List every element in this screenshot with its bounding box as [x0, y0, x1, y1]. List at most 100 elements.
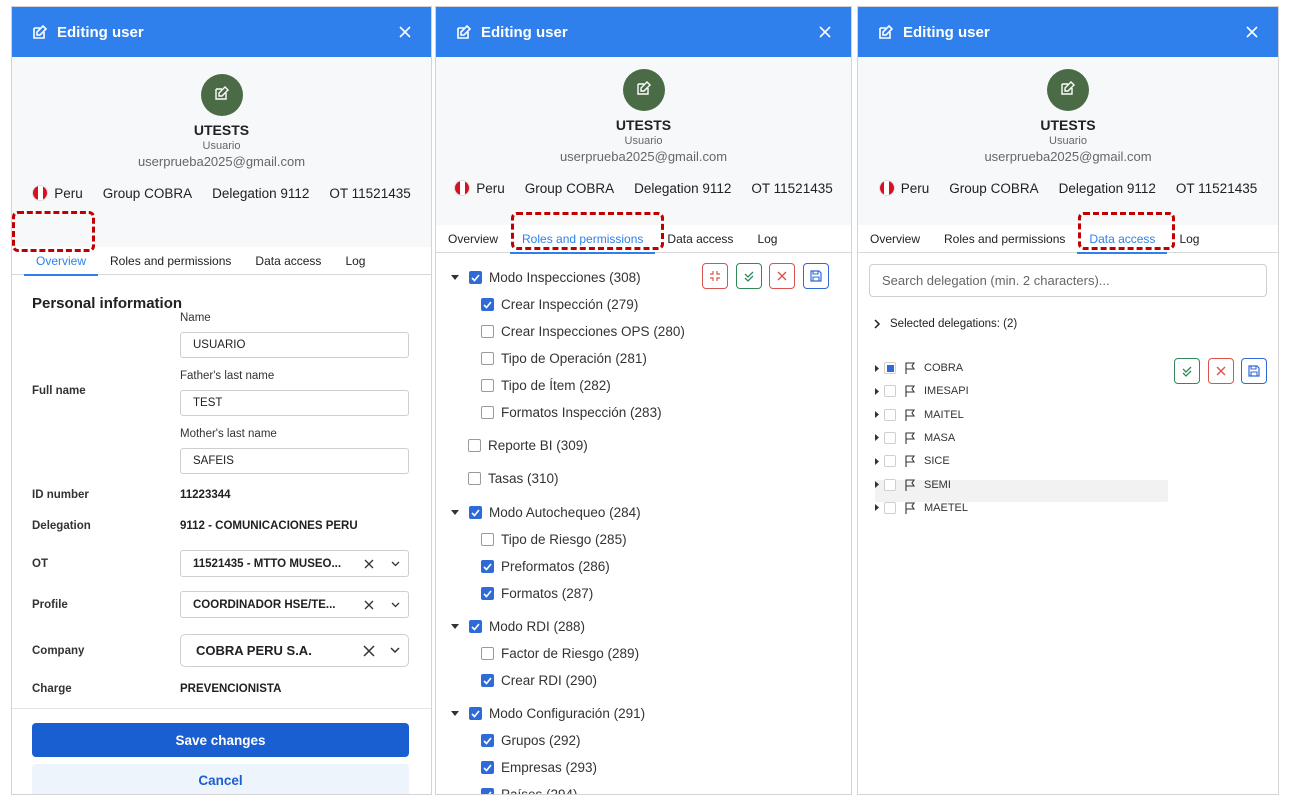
permission-item[interactable]: Modo Configuración (291) [450, 706, 645, 721]
delegation-item[interactable]: IMESAPI [875, 380, 969, 402]
checkbox[interactable] [884, 431, 896, 444]
tab-overview[interactable]: Overview [24, 247, 99, 276]
delegation-item[interactable]: SICE [875, 450, 950, 472]
caret-right-icon[interactable] [875, 387, 879, 395]
chevron-down-icon[interactable] [382, 647, 408, 654]
checkbox-checked[interactable] [481, 734, 494, 747]
close-icon[interactable] [1244, 24, 1260, 40]
checkbox[interactable] [468, 472, 481, 485]
caret-right-icon[interactable] [875, 364, 879, 372]
tab-roles[interactable]: Roles and permissions [932, 225, 1077, 253]
permission-item[interactable]: Tasas (310) [468, 471, 559, 486]
permission-item[interactable]: Preformatos (286) [481, 559, 610, 574]
caret-right-icon[interactable] [875, 457, 879, 465]
cancel-button[interactable]: Cancel [32, 764, 409, 794]
save-delegations-button[interactable] [1241, 358, 1267, 384]
permission-item[interactable]: Empresas (293) [481, 760, 597, 775]
tab-overview[interactable]: Overview [436, 225, 510, 253]
delegation-item[interactable]: COBRA [875, 357, 963, 379]
checkbox-checked[interactable] [469, 506, 482, 519]
permission-item[interactable]: Modo RDI (288) [450, 619, 585, 634]
chevron-down-icon[interactable] [382, 561, 408, 567]
checkbox[interactable] [481, 379, 494, 392]
delegation-item[interactable]: MASA [875, 427, 955, 449]
caret-right-icon[interactable] [875, 434, 879, 442]
checkbox-checked[interactable] [481, 560, 494, 573]
caret-right-icon[interactable] [875, 411, 879, 419]
permission-item[interactable]: Crear Inspecciones OPS (280) [481, 324, 685, 339]
permission-item[interactable]: Reporte BI (309) [468, 438, 588, 453]
tab-roles[interactable]: Roles and permissions [98, 247, 243, 275]
select-all-button[interactable] [736, 263, 762, 289]
ot-select[interactable]: 11521435 - MTTO MUSEO... [180, 550, 409, 577]
checkbox-checked[interactable] [469, 271, 482, 284]
profile-select[interactable]: COORDINADOR HSE/TE... [180, 591, 409, 618]
permission-item[interactable]: Crear Inspección (279) [481, 297, 638, 312]
checkbox-checked[interactable] [469, 620, 482, 633]
close-icon[interactable] [817, 24, 833, 40]
caret-down-icon[interactable] [450, 622, 460, 632]
tab-overview[interactable]: Overview [858, 225, 932, 253]
caret-down-icon[interactable] [450, 508, 460, 518]
permission-item[interactable]: Modo Inspecciones (308) [450, 270, 641, 285]
checkbox[interactable] [884, 501, 896, 514]
tab-roles[interactable]: Roles and permissions [510, 225, 656, 254]
checkbox[interactable] [481, 325, 494, 338]
permission-item[interactable]: Factor de Riesgo (289) [481, 646, 639, 661]
clear-icon[interactable] [356, 644, 382, 657]
clear-all-button[interactable] [1208, 358, 1234, 384]
tab-data-access[interactable]: Data access [1077, 225, 1168, 254]
select-all-button[interactable] [1174, 358, 1200, 384]
permission-item[interactable]: Formatos (287) [481, 586, 593, 601]
permission-item[interactable]: Tipo de Riesgo (285) [481, 532, 627, 547]
clear-icon[interactable] [356, 559, 382, 569]
chevron-down-icon[interactable] [382, 602, 408, 608]
father-last-name-input[interactable]: TEST [180, 390, 409, 416]
permission-item[interactable]: Crear RDI (290) [481, 673, 597, 688]
delegation-item[interactable]: MAETEL [875, 497, 968, 519]
permission-item[interactable]: Países (294) [481, 787, 578, 794]
name-input[interactable]: USUARIO [180, 332, 409, 358]
mother-last-name-input[interactable]: SAFEIS [180, 448, 409, 474]
checkbox-checked[interactable] [469, 707, 482, 720]
checkbox-checked[interactable] [481, 761, 494, 774]
checkbox[interactable] [884, 385, 896, 398]
permission-item[interactable]: Tipo de Ítem (282) [481, 378, 611, 393]
clear-all-button[interactable] [769, 263, 795, 289]
caret-down-icon[interactable] [450, 709, 460, 719]
tab-data-access[interactable]: Data access [655, 225, 745, 253]
caret-down-icon[interactable] [450, 273, 460, 283]
permission-item[interactable]: Formatos Inspección (283) [481, 405, 662, 420]
caret-right-icon[interactable] [875, 504, 879, 512]
permission-item[interactable]: Modo Autochequeo (284) [450, 505, 641, 520]
save-changes-button[interactable]: Save changes [32, 723, 409, 757]
checkbox[interactable] [481, 406, 494, 419]
permission-item[interactable]: Tipo de Operación (281) [481, 351, 647, 366]
clear-icon[interactable] [356, 600, 382, 610]
permission-item[interactable]: Grupos (292) [481, 733, 581, 748]
delegation-item[interactable]: MAITEL [875, 404, 964, 426]
selected-delegations-toggle[interactable]: Selected delegations: (2) [874, 318, 1017, 330]
checkbox[interactable] [481, 647, 494, 660]
checkbox[interactable] [481, 533, 494, 546]
checkbox[interactable] [884, 455, 896, 468]
delegation-item[interactable]: SEMI [875, 474, 951, 496]
checkbox[interactable] [481, 352, 494, 365]
close-icon[interactable] [397, 24, 413, 40]
company-select[interactable]: COBRA PERU S.A. [180, 634, 409, 667]
checkbox[interactable] [468, 439, 481, 452]
tab-log[interactable]: Log [333, 247, 377, 275]
checkbox-checked[interactable] [481, 587, 494, 600]
search-delegation-input[interactable]: Search delegation (min. 2 characters)... [869, 264, 1267, 297]
collapse-all-button[interactable] [702, 263, 728, 289]
checkbox-checked[interactable] [481, 298, 494, 311]
checkbox-checked[interactable] [481, 788, 494, 794]
tab-log[interactable]: Log [1167, 225, 1211, 253]
checkbox[interactable] [884, 478, 896, 491]
save-roles-button[interactable] [803, 263, 829, 289]
caret-right-icon[interactable] [875, 481, 879, 488]
checkbox-checked[interactable] [481, 674, 494, 687]
checkbox[interactable] [884, 362, 896, 374]
tab-data-access[interactable]: Data access [243, 247, 333, 275]
checkbox[interactable] [884, 408, 896, 421]
